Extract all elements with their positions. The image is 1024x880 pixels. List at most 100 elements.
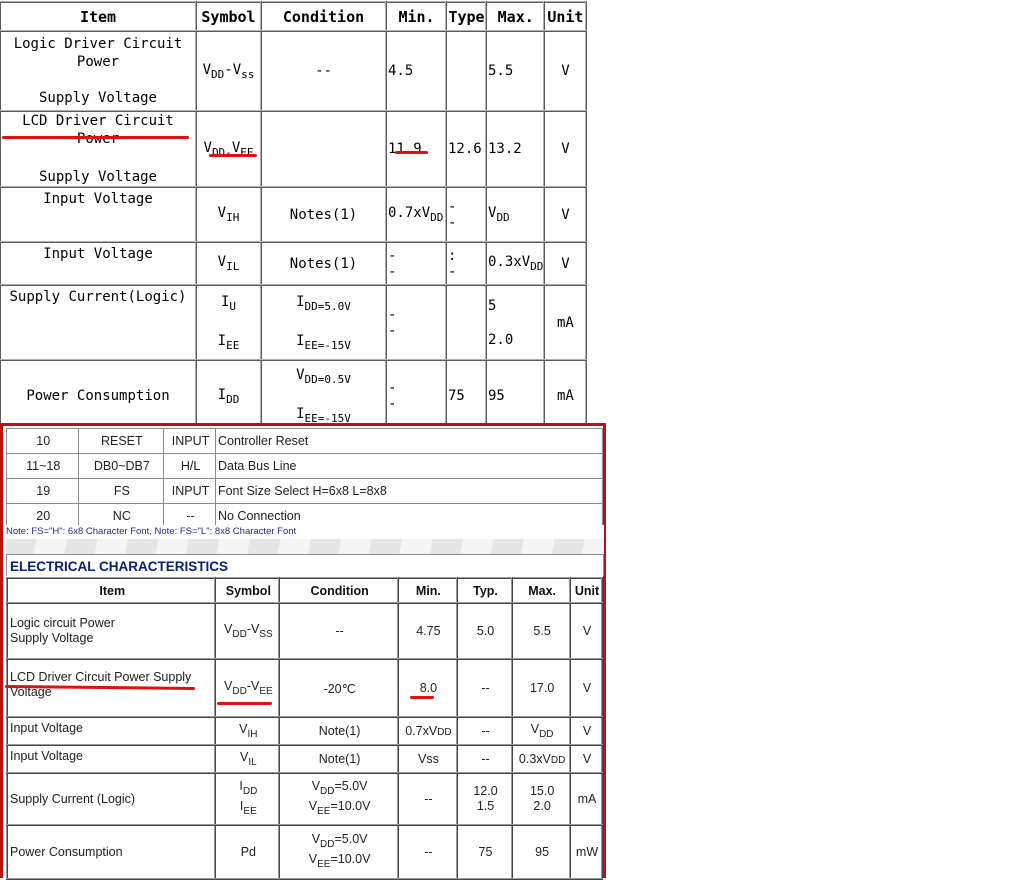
pin-name: FS bbox=[77, 478, 165, 504]
item-cell: Input Voltage bbox=[5, 744, 217, 774]
max-cell: 13.2 bbox=[484, 110, 546, 188]
item-cell: Power Consumption bbox=[0, 359, 197, 433]
item-line: Logic Driver Circuit bbox=[13, 36, 183, 52]
table-row: Input Voltage VIH Notes(1) 0.7xVDD -- VD… bbox=[0, 186, 588, 243]
symbol-cell: IU IEE bbox=[195, 284, 262, 361]
item-line: Power bbox=[76, 54, 120, 70]
item-cell: Input Voltage bbox=[0, 186, 197, 243]
condition-cell: -- bbox=[260, 30, 387, 112]
pin-number: 10 bbox=[6, 428, 79, 454]
max-cell: 5.5 bbox=[511, 602, 572, 660]
unit-cell: V bbox=[569, 602, 603, 660]
unit-cell: V bbox=[569, 716, 603, 746]
symbol-cell: VDD-VEE bbox=[214, 658, 281, 718]
item-cell: Logic Driver Circuit Power Supply Voltag… bbox=[0, 30, 197, 112]
header-unit: Unit bbox=[569, 577, 603, 604]
annotation-underline bbox=[2, 136, 189, 139]
table-row: Input Voltage VIH Note(1) 0.7xVDD -- VDD… bbox=[5, 716, 603, 746]
table-row: LCD Driver Circuit Power Supply Voltage … bbox=[0, 110, 588, 188]
pin-number: 11~18 bbox=[6, 453, 79, 479]
type-cell bbox=[445, 284, 487, 361]
watermark-band bbox=[6, 539, 604, 554]
item-spacer bbox=[2, 71, 194, 89]
min-cell: -- bbox=[385, 284, 447, 361]
type-cell: 12.6 bbox=[445, 110, 487, 188]
max-cell: 5.5 bbox=[484, 30, 546, 112]
max-cell: 17.0 bbox=[511, 658, 572, 718]
unit-cell: V bbox=[543, 186, 588, 243]
type-cell: -- bbox=[445, 186, 487, 243]
symbol-cell: VIH bbox=[195, 186, 262, 243]
table-row: Power Consumption Pd VDD=5.0V VEE=10.0V … bbox=[5, 824, 603, 880]
max-cell: 95 bbox=[484, 359, 546, 433]
typ-cell: -- bbox=[455, 716, 514, 746]
min-cell: 0.7xVDD bbox=[385, 186, 447, 243]
header-type: Type bbox=[445, 1, 487, 32]
item-cell: Supply Current (Logic) bbox=[5, 772, 217, 826]
table-row: 10 RESET INPUT Controller Reset bbox=[6, 428, 604, 454]
pin-io: H/L bbox=[163, 453, 216, 479]
item-cell: Logic circuit Power Supply Voltage bbox=[5, 602, 217, 660]
item-cell: LCD Driver Circuit Power Supply Voltage bbox=[0, 110, 197, 188]
pin-number: 19 bbox=[6, 478, 79, 504]
table-row: Input Voltage VIL Notes(1) -- :- 0.3xVDD… bbox=[0, 241, 588, 286]
annotation-underline bbox=[410, 696, 434, 699]
header-typ: Typ. bbox=[455, 577, 514, 604]
header-min: Min. bbox=[397, 577, 458, 604]
condition-cell: Notes(1) bbox=[260, 186, 387, 243]
table-row: Supply Current(Logic) IU IEE IDD=5.0V IE… bbox=[0, 284, 588, 361]
pin-io: INPUT bbox=[163, 428, 216, 454]
header-item: Item bbox=[5, 577, 217, 604]
upper-header-row: Item Symbol Condition Min. Type Max. Uni… bbox=[0, 1, 588, 32]
min-cell: 0.7xVDD bbox=[397, 716, 458, 746]
electrical-header-row: Item Symbol Condition Min. Typ. Max. Uni… bbox=[5, 577, 603, 604]
symbol-cell: VIL bbox=[195, 241, 262, 286]
condition-cell bbox=[260, 110, 387, 188]
annotation-underline bbox=[209, 154, 257, 157]
item-cell: Input Voltage bbox=[0, 241, 197, 286]
unit-cell: V bbox=[543, 30, 588, 112]
symbol-cell: IDD bbox=[195, 359, 262, 433]
max-cell: VDD bbox=[484, 186, 546, 243]
pin-table: 10 RESET INPUT Controller Reset 11~18 DB… bbox=[6, 428, 604, 529]
table-row: Supply Current (Logic) IDD IEE VDD=5.0V … bbox=[5, 772, 603, 826]
header-min: Min. bbox=[385, 1, 447, 32]
header-max: Max. bbox=[511, 577, 572, 604]
typ-cell: 12.0 1.5 bbox=[455, 772, 514, 826]
min-cell: 8.0 bbox=[397, 658, 458, 718]
typ-cell: 5.0 bbox=[455, 602, 514, 660]
typ-cell: -- bbox=[455, 744, 514, 774]
unit-cell: mA bbox=[543, 284, 588, 361]
max-cell: 0.3xVDD bbox=[511, 744, 572, 774]
header-condition: Condition bbox=[278, 577, 400, 604]
symbol-cell: VIH bbox=[214, 716, 281, 746]
header-unit: Unit bbox=[543, 1, 588, 32]
condition-cell: -20℃ bbox=[278, 658, 400, 718]
min-cell: -- bbox=[385, 359, 447, 433]
unit-cell: V bbox=[569, 658, 603, 718]
pin-name: RESET bbox=[77, 428, 165, 454]
min-cell: -- bbox=[397, 772, 458, 826]
max-cell: 15.0 2.0 bbox=[511, 772, 572, 826]
electrical-characteristics-table: Item Symbol Condition Min. Typ. Max. Uni… bbox=[5, 577, 603, 880]
pin-description: Data Bus Line bbox=[214, 453, 604, 479]
item-cell: Input Voltage bbox=[5, 716, 217, 746]
symbol-cell: VDD-VEE bbox=[195, 110, 262, 188]
header-item: Item bbox=[0, 1, 197, 32]
header-symbol: Symbol bbox=[214, 577, 281, 604]
max-cell: 0.3xVDD bbox=[484, 241, 546, 286]
condition-cell: Note(1) bbox=[278, 716, 400, 746]
unit-cell: mW bbox=[569, 824, 603, 880]
table-row: Logic circuit Power Supply Voltage VDD-VS… bbox=[5, 602, 603, 660]
type-cell: 75 bbox=[445, 359, 487, 433]
condition-cell: -- bbox=[278, 602, 400, 660]
min-cell: 11.9 bbox=[385, 110, 447, 188]
min-cell: 4.75 bbox=[397, 602, 458, 660]
english-datasheet-panel: 10 RESET INPUT Controller Reset 11~18 DB… bbox=[0, 423, 606, 880]
symbol-cell: Pd bbox=[214, 824, 281, 880]
annotation-underline bbox=[217, 702, 272, 705]
unit-cell: V bbox=[543, 110, 588, 188]
max-cell: 95 bbox=[511, 824, 572, 880]
pin-description: Controller Reset bbox=[214, 428, 604, 454]
table-row: 11~18 DB0~DB7 H/L Data Bus Line bbox=[6, 453, 604, 479]
